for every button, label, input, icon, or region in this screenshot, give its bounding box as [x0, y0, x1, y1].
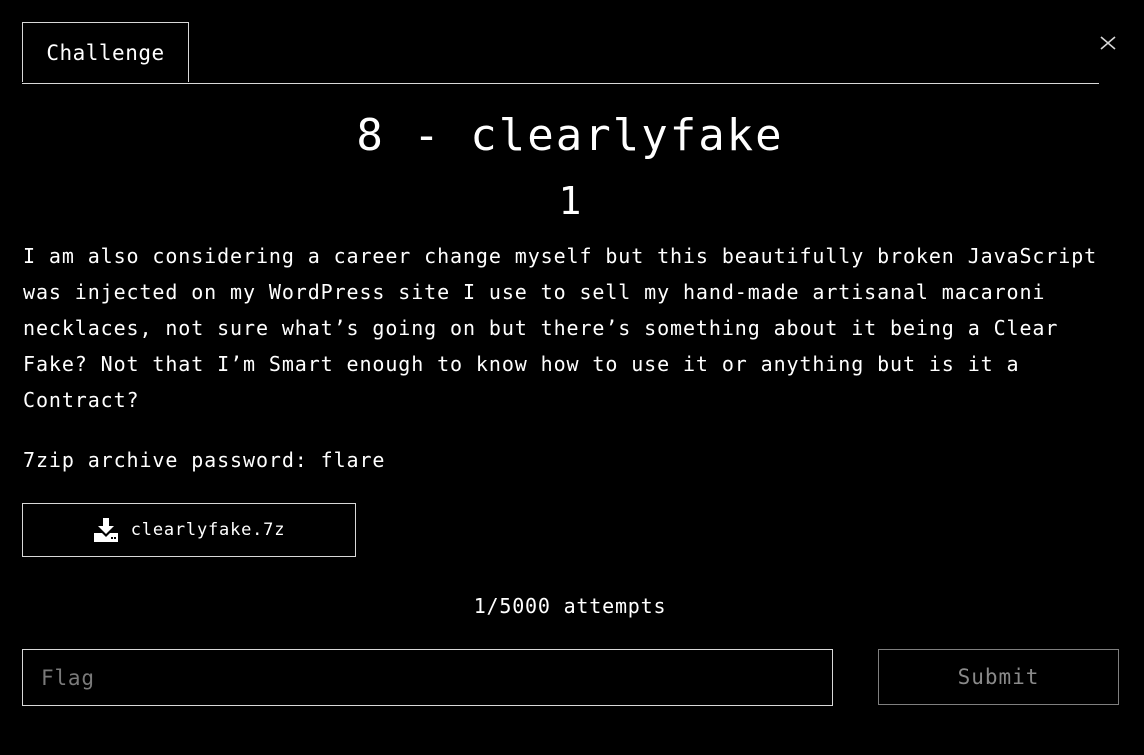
tab-challenge-label: Challenge: [46, 40, 165, 65]
flag-input[interactable]: [22, 649, 833, 706]
archive-password-note: 7zip archive password: flare: [23, 448, 386, 472]
download-file-button[interactable]: clearlyfake.7z: [22, 503, 356, 557]
challenge-points: 1: [558, 179, 582, 223]
challenge-title: 8 - clearlyfake: [356, 110, 784, 161]
challenge-description: I am also considering a career change my…: [23, 244, 1098, 412]
download-icon: [93, 518, 119, 542]
submit-button[interactable]: Submit: [878, 649, 1119, 705]
close-icon[interactable]: [1098, 34, 1118, 52]
tab-bar: Challenge: [22, 22, 1099, 84]
file-name: clearlyfake.7z: [130, 520, 286, 540]
tab-challenge[interactable]: Challenge: [22, 22, 189, 82]
attempts-counter: 1/5000 attempts: [473, 594, 667, 618]
challenge-modal: Challenge 8 - clearlyfake 1 I am also co…: [0, 0, 1144, 755]
